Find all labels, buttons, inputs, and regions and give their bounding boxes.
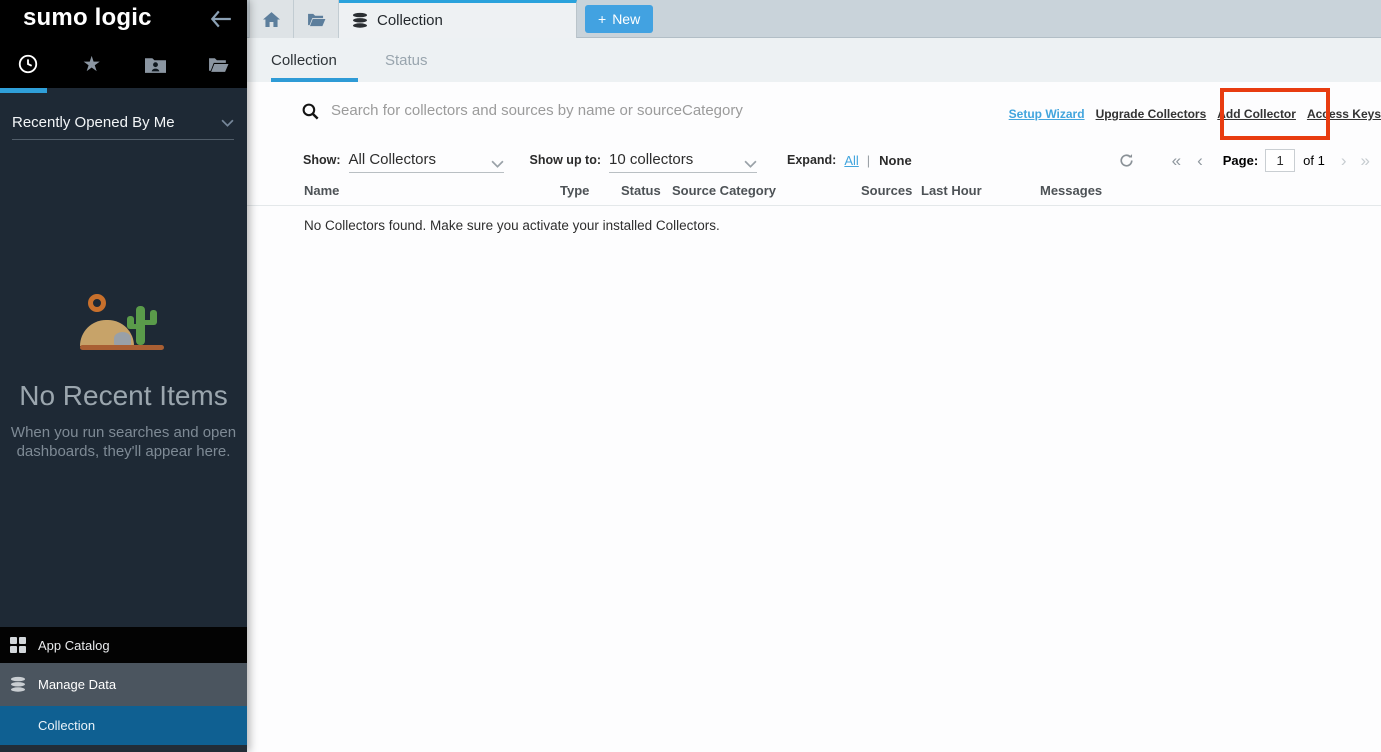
home-icon (263, 12, 280, 27)
first-page-button[interactable]: « (1172, 152, 1181, 169)
app-window: sumo logic ★ Recently Opened By Me (0, 0, 1381, 752)
recent-filter-label: Recently Opened By Me (12, 114, 175, 131)
sidebar-bottom-menu: App Catalog Manage Data Collection (0, 627, 247, 745)
search-bar: Setup Wizard Upgrade Collectors Add Coll… (247, 82, 1381, 138)
show-up-to-dropdown[interactable]: 10 collectors (609, 147, 757, 173)
page-count: of 1 (1303, 153, 1325, 168)
sidebar-item-manage-data[interactable]: Manage Data (0, 663, 247, 706)
column-status: Status (621, 183, 672, 205)
search-icon (302, 103, 319, 125)
personal-folder-icon[interactable] (140, 49, 170, 79)
tab-collection[interactable]: Collection (271, 38, 337, 82)
upgrade-collectors-link[interactable]: Upgrade Collectors (1096, 107, 1207, 121)
folder-icon (307, 12, 326, 27)
plus-icon: + (598, 11, 606, 27)
collection-page: Setup Wizard Upgrade Collectors Add Coll… (247, 82, 1381, 752)
tab-status[interactable]: Status (385, 38, 428, 82)
empty-state-description: When you run searches and open dashboard… (0, 423, 247, 461)
sidebar-active-tab-indicator (0, 88, 47, 93)
recents-clock-icon[interactable] (13, 49, 43, 79)
show-dropdown[interactable]: All Collectors (349, 147, 504, 173)
search-input[interactable] (331, 95, 951, 125)
column-name: Name (304, 183, 560, 205)
logo-bar: sumo logic (0, 0, 247, 40)
prev-page-button[interactable]: ‹ (1197, 152, 1203, 169)
page-tab-bar: Collection Status (247, 38, 1381, 82)
new-button[interactable]: + New (585, 5, 653, 33)
stone-shape (114, 332, 131, 345)
expand-all-link[interactable]: All (844, 153, 858, 168)
add-collector-link[interactable]: Add Collector (1217, 107, 1296, 121)
sidebar: sumo logic ★ Recently Opened By Me (0, 0, 247, 752)
empty-table-message: No Collectors found. Make sure you activ… (304, 218, 720, 233)
refresh-icon[interactable] (1119, 153, 1134, 168)
column-source-category: Source Category (672, 183, 861, 205)
next-page-button[interactable]: › (1341, 152, 1347, 169)
document-tab-strip: Collection + New (247, 0, 1381, 38)
sidebar-tab-bar: ★ (0, 40, 247, 88)
library-folder-icon[interactable] (204, 49, 234, 79)
last-page-button[interactable]: » (1361, 152, 1370, 169)
collectors-table-header: Name Type Status Source Category Sources… (247, 183, 1381, 206)
empty-state-title: No Recent Items (0, 380, 247, 412)
chevron-down-icon (744, 160, 757, 168)
action-links: Setup Wizard Upgrade Collectors Add Coll… (1009, 107, 1381, 121)
column-last-hour: Last Hour (921, 183, 1040, 205)
grid-icon (10, 637, 26, 653)
sidebar-bottom-strip (0, 745, 247, 752)
access-keys-link[interactable]: Access Keys (1307, 107, 1381, 121)
chevron-down-icon (491, 160, 504, 168)
show-up-to-label: Show up to: (530, 153, 602, 167)
sidebar-item-collection[interactable]: Collection (0, 706, 247, 745)
column-messages: Messages (1040, 183, 1381, 205)
expand-none-link[interactable]: None (879, 153, 912, 168)
sun-icon (88, 294, 106, 312)
cactus-icon (136, 306, 145, 345)
setup-wizard-link[interactable]: Setup Wizard (1009, 107, 1085, 121)
sidebar-item-app-catalog[interactable]: App Catalog (0, 627, 247, 663)
expand-label: Expand: (787, 153, 836, 167)
browse-button[interactable] (294, 0, 339, 38)
ground-line (80, 345, 164, 350)
tab-collection-document[interactable]: Collection (339, 0, 577, 38)
column-sources: Sources (861, 183, 921, 205)
separator: | (867, 153, 870, 168)
desert-illustration (80, 288, 176, 356)
home-button[interactable] (249, 0, 294, 38)
page-number-input[interactable] (1265, 149, 1295, 172)
database-icon (352, 12, 368, 29)
chevron-down-icon (221, 119, 234, 127)
page-label: Page: (1223, 153, 1258, 168)
collapse-sidebar-icon[interactable] (209, 8, 233, 30)
database-icon (10, 676, 26, 693)
favorites-star-icon[interactable]: ★ (77, 49, 107, 79)
tab-label: Collection (377, 12, 443, 29)
pagination-bar: « ‹ Page: of 1 › » (1119, 140, 1370, 180)
show-label: Show: (303, 153, 341, 167)
app-logo: sumo logic (23, 4, 152, 32)
column-type: Type (560, 183, 621, 205)
recent-filter-dropdown[interactable]: Recently Opened By Me (12, 106, 234, 140)
